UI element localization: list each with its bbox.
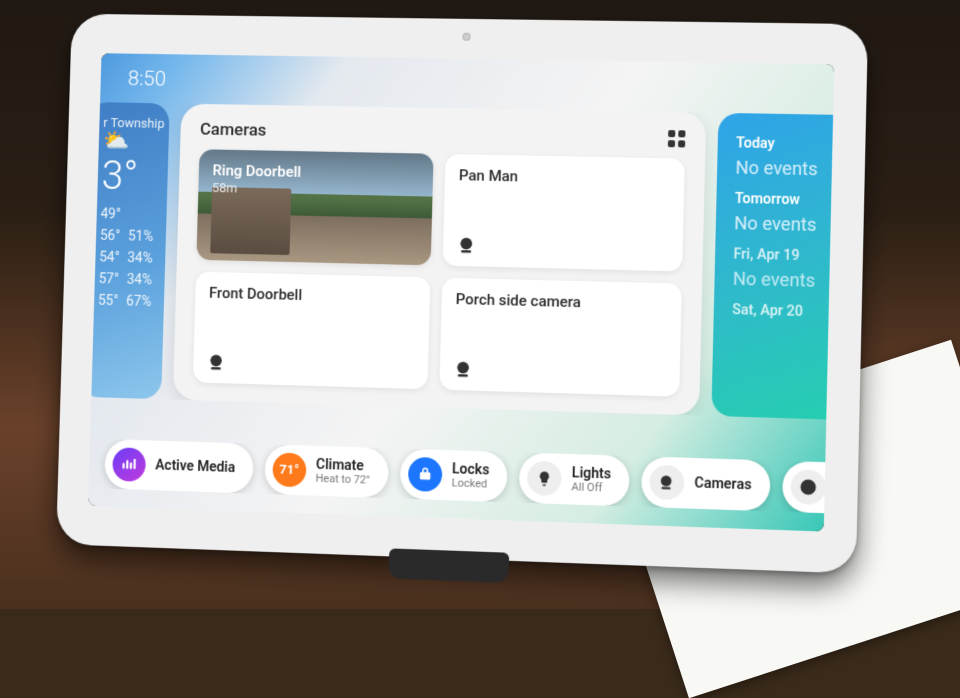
weather-row: 55°67%: [98, 290, 149, 313]
dock-sublabel: Heat to 72°: [315, 472, 370, 486]
bulb-icon: [527, 461, 562, 496]
camera-tile-pan-man[interactable]: Pan Man: [443, 154, 685, 271]
calendar-card[interactable]: Today No events Tomorrow No events Fri, …: [711, 113, 833, 420]
dock-active-media[interactable]: Active Media: [104, 439, 253, 493]
weather-cloud-icon: ⛅: [102, 131, 153, 154]
dock-label: Active Media: [155, 457, 235, 476]
dock-lights[interactable]: Lights All Off: [519, 452, 630, 506]
camera-name: Front Doorbell: [209, 284, 416, 307]
device-screen-bezel: 8:50 r Township ⛅ 3° 49° 56°51% 54°34% 5…: [88, 53, 834, 531]
camera-tile-ring-doorbell[interactable]: Ring Doorbell 58m: [196, 149, 433, 265]
home-screen[interactable]: 8:50 r Township ⛅ 3° 49° 56°51% 54°34% 5…: [88, 53, 834, 531]
weather-current-temp: 3°: [101, 156, 152, 196]
dock-sublabel: All Off: [571, 481, 611, 495]
smart-display-device: 8:50 r Township ⛅ 3° 49° 56°51% 54°34% 5…: [56, 14, 868, 574]
status-clock: 8:50: [127, 67, 166, 91]
cameras-card: Cameras Ring Doorbell 58m: [173, 104, 706, 416]
climate-temp-badge: 71°: [272, 452, 306, 487]
camera-tile-porch-side[interactable]: Porch side camera: [439, 278, 681, 397]
dock-cameras[interactable]: Cameras: [641, 456, 771, 511]
weather-location: r Township: [103, 116, 154, 132]
calendar-day-label: Tomorrow: [735, 191, 833, 210]
shortcut-dock[interactable]: Active Media 71° Climate Heat to 72°: [89, 439, 826, 514]
camera-icon: [454, 360, 474, 379]
calendar-day-label: Sat, Apr 20: [732, 302, 833, 321]
calendar-day-label: Fri, Apr 19: [733, 246, 833, 265]
cards-row: r Township ⛅ 3° 49° 56°51% 54°34% 57°34%…: [91, 102, 833, 419]
weather-row: 56°51%: [100, 225, 151, 248]
cameras-card-title: Cameras: [200, 120, 267, 141]
dock-label: Cameras: [694, 475, 752, 493]
plug-icon: [790, 469, 825, 505]
dock-locks[interactable]: Locks Locked: [399, 449, 508, 503]
calendar-day-value: No events: [733, 269, 833, 293]
dock-plugs[interactable]: Plu 3: [782, 461, 826, 513]
dock-climate[interactable]: 71° Climate Heat to 72°: [264, 444, 389, 498]
calendar-day-label: Today: [736, 135, 833, 153]
equalizer-icon: [112, 447, 146, 482]
camera-icon: [207, 353, 227, 371]
environment-background: TRA 5911983125 KSHIRE DR 5911983125 RKSH…: [0, 0, 960, 609]
grid-view-icon[interactable]: [668, 130, 686, 147]
camera-tile-front-doorbell[interactable]: Front Doorbell: [193, 272, 431, 390]
camera-name: Pan Man: [459, 166, 671, 188]
camera-icon: [457, 236, 477, 254]
weather-row: 57°34%: [98, 268, 149, 291]
dock-sublabel: Locked: [451, 477, 489, 491]
camera-name: Porch side camera: [455, 290, 667, 313]
calendar-day-value: No events: [735, 158, 833, 182]
weather-card[interactable]: r Township ⛅ 3° 49° 56°51% 54°34% 57°34%…: [91, 102, 169, 399]
lock-icon: [408, 457, 443, 492]
camera-icon: [649, 465, 684, 501]
calendar-day-value: No events: [734, 213, 833, 237]
device-camera-dot: [462, 33, 470, 41]
cameras-grid: Ring Doorbell 58m Pan Man: [193, 149, 685, 396]
weather-row: 54°34%: [99, 247, 150, 270]
weather-row: 49°: [100, 203, 151, 226]
device-stand: [389, 548, 510, 583]
